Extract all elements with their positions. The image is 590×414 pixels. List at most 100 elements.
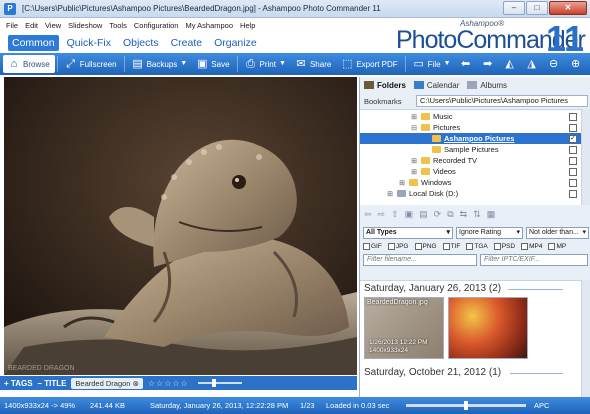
date-group-header[interactable]: Saturday, January 26, 2013 (2) [364, 283, 501, 294]
tree-checkbox[interactable] [569, 124, 577, 132]
expand-icon[interactable]: ⊞ [398, 179, 406, 187]
new-folder-icon[interactable]: ▣ [405, 209, 414, 220]
minimize-button[interactable]: – [503, 1, 525, 15]
zoom-slider-knob[interactable] [211, 379, 216, 387]
file-button[interactable]: ▭ File ▼ [408, 55, 455, 73]
tab-quick-fix[interactable]: Quick-Fix [63, 35, 115, 51]
checkbox[interactable] [442, 243, 450, 250]
checkbox[interactable] [466, 243, 474, 250]
thumbnail-scrollbar[interactable] [581, 280, 590, 397]
backups-button[interactable]: ▤ Backups ▼ [127, 55, 192, 73]
collapse-icon[interactable]: ⊟ [410, 124, 418, 132]
tree-scrollbar[interactable] [581, 109, 590, 205]
filename-filter-input[interactable]: Filter filename... [363, 254, 477, 266]
checkbox[interactable] [363, 243, 370, 250]
back-arrow-icon[interactable]: ⇦ [364, 209, 372, 220]
up-folder-icon[interactable]: ⇧ [391, 209, 399, 220]
tree-item-videos[interactable]: ⊞ Videos [410, 166, 575, 177]
menu-help[interactable]: Help [240, 21, 255, 30]
flip-horizontal-button[interactable]: ◮ [521, 55, 543, 73]
status-zoom-slider[interactable] [406, 401, 526, 410]
thumbnail-fruit-market[interactable] [448, 297, 528, 359]
image-viewer[interactable]: BEARDED DRAGON [4, 77, 357, 375]
menu-file[interactable]: File [6, 21, 18, 30]
expand-icon[interactable]: ⊞ [386, 190, 394, 198]
image-title-field[interactable]: Bearded Dragon ⊗ [71, 377, 143, 389]
tree-item-music[interactable]: ⊞ Music [410, 111, 575, 122]
zoom-out-button[interactable]: ⊖ [543, 55, 565, 73]
move-icon[interactable]: ⇆ [460, 209, 468, 220]
date-group-header[interactable]: Saturday, October 21, 2012 (1) [364, 367, 501, 378]
tree-checkbox-checked[interactable]: ✓ [569, 135, 577, 143]
status-apc[interactable]: APC [534, 401, 554, 410]
tab-folders[interactable]: Folders [364, 81, 406, 90]
path-dropdown[interactable]: C:\Users\Public\Pictures\Ashampoo Pictur… [416, 95, 588, 107]
tab-organize[interactable]: Organize [210, 35, 261, 51]
copy-icon[interactable]: ⧉ [447, 209, 453, 220]
filetype-mp[interactable]: MP [548, 243, 566, 250]
menu-my-ashampoo[interactable]: My Ashampoo [185, 21, 233, 30]
save-button[interactable]: ▣ Save [191, 55, 234, 73]
back-button[interactable]: ⬅ [455, 55, 477, 73]
filetype-png[interactable]: PNG [414, 243, 437, 250]
checkbox[interactable] [493, 243, 501, 250]
expand-icon[interactable]: ⊞ [410, 168, 418, 176]
tree-checkbox[interactable] [569, 146, 577, 154]
forward-button[interactable]: ➡ [477, 55, 499, 73]
print-button[interactable]: ⎙ Print ▼ [240, 55, 290, 73]
tree-checkbox[interactable] [569, 179, 577, 187]
menu-view[interactable]: View [45, 21, 61, 30]
tree-item-windows[interactable]: ⊞ Windows [398, 177, 573, 188]
filetype-gif[interactable]: GIF [363, 243, 382, 250]
tree-item-recorded-tv[interactable]: ⊞ Recorded TV [410, 155, 575, 166]
tree-checkbox[interactable] [569, 168, 577, 176]
thumbnail-bearded-dragon[interactable]: BeardedDragon.jpg 1/26/2013 12:22 PM 1400… [364, 297, 444, 359]
filetype-psd[interactable]: PSD [493, 243, 515, 250]
clear-title-icon[interactable]: ⊗ [133, 379, 139, 388]
tab-create[interactable]: Create [167, 35, 207, 51]
menu-edit[interactable]: Edit [25, 21, 38, 30]
tree-item-ashampoo-pictures[interactable]: Ashampoo Pictures [360, 133, 581, 144]
refresh-icon[interactable]: ⟳ [434, 209, 442, 220]
expand-icon[interactable]: ⊞ [410, 157, 418, 165]
tree-item-local-disk-d[interactable]: ⊞ Local Disk (D:) [386, 188, 571, 199]
iptc-filter-input[interactable]: Filter IPTC/EXIF... [480, 254, 588, 266]
add-tags-button[interactable]: + TAGS [4, 379, 33, 388]
rating-filter-select[interactable]: Ignore Rating ▾ [456, 227, 523, 239]
menu-tools[interactable]: Tools [109, 21, 127, 30]
age-filter-select[interactable]: Not older than... ▾ [526, 227, 589, 239]
checkbox[interactable] [548, 243, 556, 250]
grid-icon[interactable]: ▦ [487, 209, 496, 220]
bookmarks-label[interactable]: Bookmarks [360, 97, 416, 106]
rating-stars[interactable]: ☆☆☆☆☆ [148, 379, 189, 388]
filetype-tif[interactable]: TIF [442, 243, 460, 250]
tab-common[interactable]: Common [8, 35, 59, 51]
close-button[interactable]: ✕ [549, 1, 587, 15]
tab-objects[interactable]: Objects [119, 35, 163, 51]
fullscreen-button[interactable]: ⤢ Fullscreen [60, 55, 122, 73]
flip-vertical-button[interactable]: ◭ [499, 55, 521, 73]
view-mode-icon[interactable]: ▤ [419, 209, 428, 220]
expand-icon[interactable]: ⊞ [410, 113, 418, 121]
maximize-button[interactable]: □ [526, 1, 548, 15]
checkbox[interactable] [521, 243, 529, 250]
sort-icon[interactable]: ⇅ [473, 209, 481, 220]
tree-checkbox[interactable] [569, 190, 577, 198]
share-button[interactable]: ✉ Share [290, 55, 336, 73]
tree-item-sample-pictures[interactable]: Sample Pictures [432, 144, 572, 155]
tab-albums[interactable]: Albums [467, 81, 507, 90]
checkbox[interactable] [414, 243, 422, 250]
browse-button[interactable]: ⌂ Browse [3, 55, 55, 73]
menu-slideshow[interactable]: Slideshow [68, 21, 102, 30]
tree-checkbox[interactable] [569, 113, 577, 121]
export-pdf-button[interactable]: ⬚ Export PDF [336, 55, 402, 73]
zoom-slider[interactable] [197, 379, 242, 387]
filetype-mp4[interactable]: MP4 [521, 243, 542, 250]
title-toggle-button[interactable]: – TITLE [38, 379, 67, 388]
type-filter-select[interactable]: All Types ▾ [363, 227, 453, 239]
filetype-jpg[interactable]: JPG [387, 243, 409, 250]
zoom-in-button[interactable]: ⊕ [565, 55, 587, 73]
status-zoom-knob[interactable] [464, 401, 468, 410]
tree-checkbox[interactable] [569, 157, 577, 165]
forward-arrow-icon[interactable]: ⇨ [378, 209, 386, 220]
